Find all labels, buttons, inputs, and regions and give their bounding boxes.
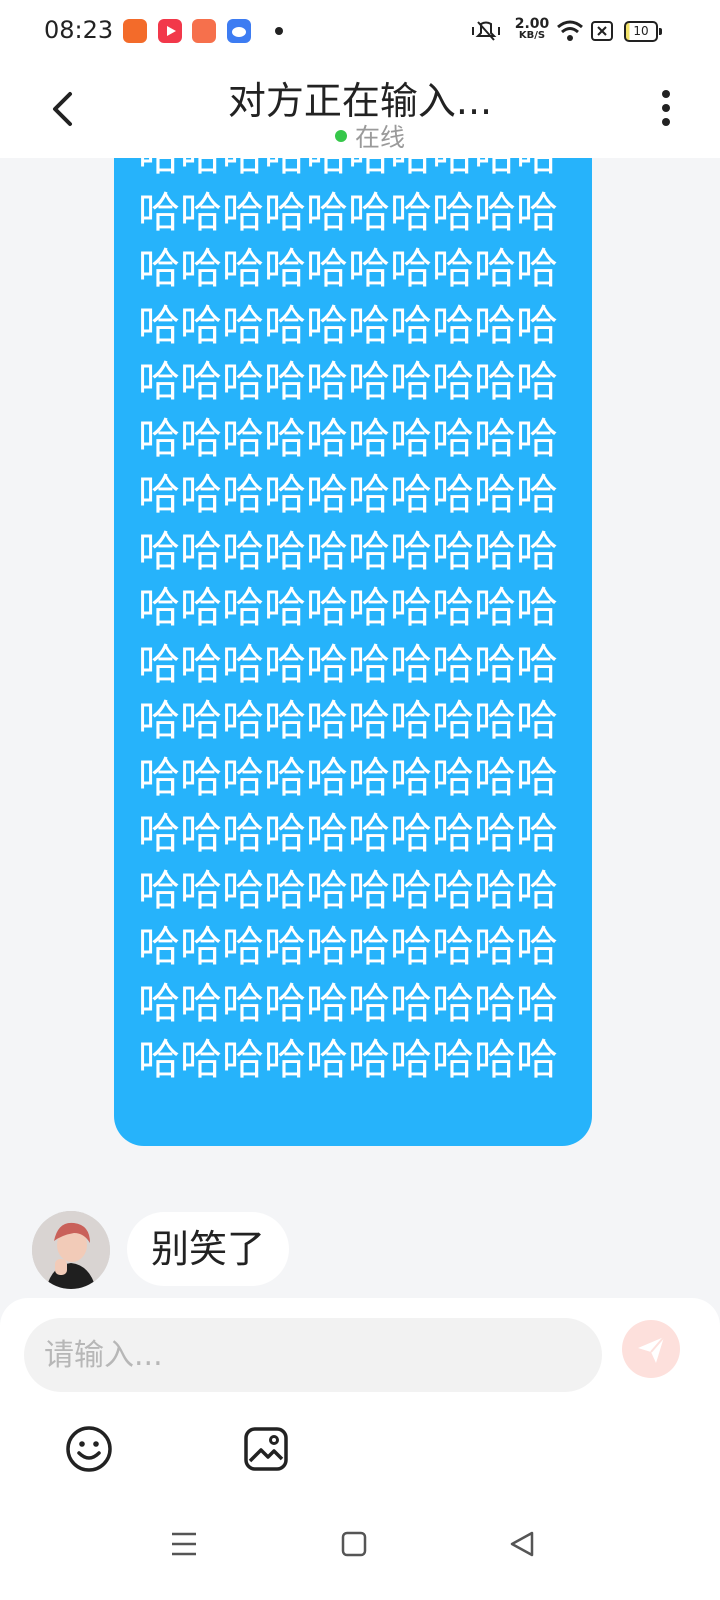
- network-speed-value: 2.00: [514, 16, 550, 32]
- app-icon-orange-2: [192, 19, 216, 43]
- more-options-button[interactable]: [658, 90, 674, 130]
- nav-back-button[interactable]: [504, 1526, 540, 1562]
- menu-icon: [172, 1532, 196, 1556]
- home-icon: [341, 1531, 367, 1557]
- mute-vibrate-icon: [470, 20, 502, 46]
- send-icon: [638, 1336, 665, 1363]
- sent-message-bubble[interactable]: 哈哈哈哈哈哈哈哈哈哈哈哈哈哈哈哈哈哈哈哈哈哈哈哈哈哈哈哈哈哈哈哈哈哈哈哈哈哈哈哈…: [114, 158, 592, 1146]
- presence-status: 在线: [0, 118, 720, 154]
- emoji-button[interactable]: [64, 1424, 114, 1474]
- app-icon-blue: [227, 19, 251, 43]
- contact-avatar[interactable]: [32, 1211, 110, 1289]
- back-triangle-icon: [510, 1531, 534, 1557]
- image-button[interactable]: [241, 1424, 291, 1474]
- online-dot-icon: [334, 130, 347, 142]
- notification-dot: [275, 27, 283, 35]
- status-time: 08:23: [44, 16, 114, 44]
- sim-disabled-icon: [591, 21, 613, 45]
- app-icon-orange: [123, 19, 147, 43]
- image-icon: [244, 1427, 288, 1471]
- nav-home-button[interactable]: [336, 1526, 372, 1562]
- network-speed: 2.00 KB/S: [512, 16, 552, 42]
- send-button[interactable]: [622, 1320, 680, 1378]
- message-list[interactable]: 哈哈哈哈哈哈哈哈哈哈哈哈哈哈哈哈哈哈哈哈哈哈哈哈哈哈哈哈哈哈哈哈哈哈哈哈哈哈哈哈…: [0, 158, 720, 1298]
- status-bar: 08:23 2.00 KB/S 10: [0, 0, 720, 62]
- app-icon-red-play: [158, 19, 182, 43]
- wifi-icon: [556, 19, 584, 47]
- chat-header: 对方正在输入... 在线: [0, 62, 720, 158]
- composer-panel: [0, 1298, 720, 1600]
- message-input[interactable]: [24, 1318, 602, 1392]
- more-dot-icon: [662, 90, 670, 98]
- received-message-bubble[interactable]: 别笑了: [127, 1212, 290, 1286]
- battery-icon: 10: [624, 21, 662, 42]
- chat-title: 对方正在输入...: [227, 79, 493, 123]
- presence-label: 在线: [354, 123, 405, 152]
- emoji-icon: [66, 1426, 112, 1472]
- nav-menu-button[interactable]: [166, 1526, 202, 1562]
